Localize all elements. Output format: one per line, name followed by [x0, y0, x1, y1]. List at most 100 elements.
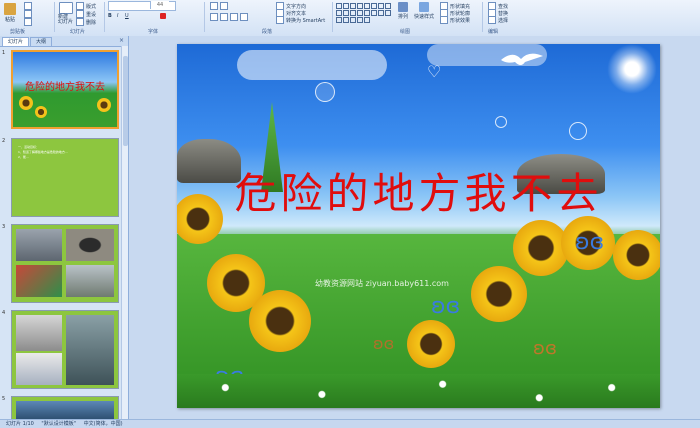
butterfly-icon: ʚɞ — [431, 294, 461, 319]
butterfly-icon: ʚɞ — [373, 334, 395, 353]
slide-number: 1 — [2, 50, 6, 56]
butterfly-icon: ʚɞ — [575, 230, 605, 255]
shapes-gallery[interactable] — [336, 3, 392, 23]
divider — [332, 2, 333, 32]
thumb-title: 危险的地方我不去 — [25, 82, 105, 93]
sunflower-icon — [407, 320, 455, 368]
slide-thumbnail-1[interactable]: 危险的地方我不去 — [11, 50, 119, 129]
bubble-image — [495, 116, 507, 128]
select-icon — [488, 16, 496, 24]
ribbon: 粘贴 新建 幻灯片 版式 重设 删除 44 B I U 文字方向 对齐文本 转换… — [0, 0, 700, 37]
numbering-icon — [220, 2, 228, 10]
slide-thumbnail-2[interactable]: 一、活动目标： 1、知道了解哪些地方是危险的地方… 2、能… — [11, 138, 119, 217]
slide-title[interactable]: 危险的地方我不去 — [177, 168, 660, 220]
italic-button[interactable]: I — [117, 13, 118, 19]
language-indicator[interactable]: 中文(简体，中国) — [84, 421, 123, 427]
photo-thumb — [16, 353, 62, 385]
quick-styles-button[interactable]: 快速样式 — [414, 2, 434, 20]
copy-button[interactable] — [24, 10, 33, 18]
reset-icon — [76, 10, 84, 18]
group-label-editing: 编辑 — [488, 29, 499, 35]
bullets-button[interactable] — [210, 2, 229, 10]
smartart-icon — [276, 16, 284, 24]
arrange-button[interactable]: 排列 — [398, 2, 408, 20]
current-slide[interactable]: ♡ 危险的地方我不去 幼教资源网站 ziyuan.baby611.com ʚɞ … — [177, 44, 660, 408]
sunflower-icon — [471, 266, 527, 322]
align-buttons[interactable] — [210, 13, 249, 21]
group-label-paragraph: 段落 — [262, 29, 273, 35]
cut-button[interactable] — [24, 2, 33, 10]
group-label-slides: 幻灯片 — [70, 29, 86, 35]
watermark-text: 幼教资源网站 ziyuan.baby611.com — [315, 279, 449, 288]
slide-canvas: ♡ 危险的地方我不去 幼教资源网站 ziyuan.baby611.com ʚɞ … — [129, 36, 700, 419]
heart-bubble-icon: ♡ — [427, 62, 442, 81]
slide-thumbnail-5[interactable] — [11, 396, 119, 419]
format-painter-button[interactable] — [24, 18, 33, 26]
butterfly-icon: ʚɞ — [533, 338, 557, 359]
group-label-clipboard: 剪贴板 — [10, 29, 26, 35]
slide-number: 2 — [2, 138, 6, 144]
cloud-image — [237, 50, 387, 80]
photo-thumb — [16, 401, 114, 419]
delete-button[interactable]: 删除 — [76, 18, 96, 26]
photo-thumb — [66, 315, 114, 385]
layout-button[interactable]: 版式 — [76, 2, 96, 10]
bubble-image — [569, 122, 587, 140]
cut-icon — [24, 2, 32, 10]
divider — [482, 2, 483, 32]
select-button[interactable]: 选择 — [488, 16, 508, 24]
effects-icon — [440, 16, 448, 24]
group-label-drawing: 绘图 — [400, 29, 411, 35]
smartart-button[interactable]: 转换为 SmartArt — [276, 16, 325, 24]
quick-styles-icon — [419, 2, 429, 12]
close-icon[interactable]: × — [119, 37, 124, 44]
copy-icon — [24, 10, 32, 18]
photo-thumb — [66, 265, 114, 297]
sun-image — [607, 44, 657, 94]
divider — [204, 2, 205, 32]
slides-panel: 幻灯片 大纲 × 1 危险的地方我不去 2 一、活动目标： 1、知道了解哪些地方… — [0, 36, 129, 419]
photo-thumb — [16, 229, 62, 261]
slide-number: 5 — [2, 396, 6, 402]
arrange-icon — [398, 2, 408, 12]
theme-name: "默认设计模板" — [41, 421, 77, 427]
font-color-icon — [160, 13, 166, 19]
panel-tabs: 幻灯片 大纲 — [0, 36, 128, 47]
thumb-text: 一、活动目标： 1、知道了解哪些地方是危险的地方… 2、能… — [18, 145, 68, 159]
sunflower-icon — [97, 98, 111, 112]
delete-icon — [76, 18, 84, 26]
sunflower-icon — [35, 106, 47, 118]
font-color-button[interactable] — [160, 13, 166, 19]
flowers-image — [177, 374, 660, 408]
shape-effects-button[interactable]: 形状效果 — [440, 16, 470, 24]
bullets-icon — [210, 2, 218, 10]
layout-icon — [76, 2, 84, 10]
slide-counter: 幻灯片 1/10 — [6, 421, 34, 427]
bubble-image — [315, 82, 335, 102]
tab-slides[interactable]: 幻灯片 — [2, 37, 30, 46]
paste-button[interactable]: 粘贴 — [4, 3, 16, 23]
panel-scrollbar[interactable] — [121, 46, 128, 419]
sunflower-icon — [19, 96, 33, 110]
dove-icon — [499, 50, 545, 70]
divider — [54, 2, 55, 32]
scrollbar-thumb[interactable] — [123, 56, 128, 146]
slide-number: 3 — [2, 224, 6, 230]
reset-button[interactable]: 重设 — [76, 10, 96, 18]
photo-thumb — [66, 229, 114, 261]
slide-thumbnail-3[interactable] — [11, 224, 119, 303]
slide-number: 4 — [2, 310, 6, 316]
align-right-icon — [230, 13, 238, 21]
tab-outline[interactable]: 大纲 — [30, 37, 53, 46]
photo-thumb — [16, 265, 62, 297]
photo-thumb — [16, 315, 62, 351]
bold-button[interactable]: B — [108, 13, 112, 19]
align-center-icon — [220, 13, 228, 21]
brush-icon — [24, 18, 32, 26]
new-slide-button[interactable]: 新建 幻灯片 — [58, 2, 73, 25]
underline-button[interactable]: U — [125, 13, 129, 19]
slide-thumbnail-4[interactable] — [11, 310, 119, 389]
sunflower-icon — [249, 290, 311, 352]
font-size-box[interactable]: 44 — [150, 1, 169, 9]
new-slide-icon — [58, 2, 73, 14]
